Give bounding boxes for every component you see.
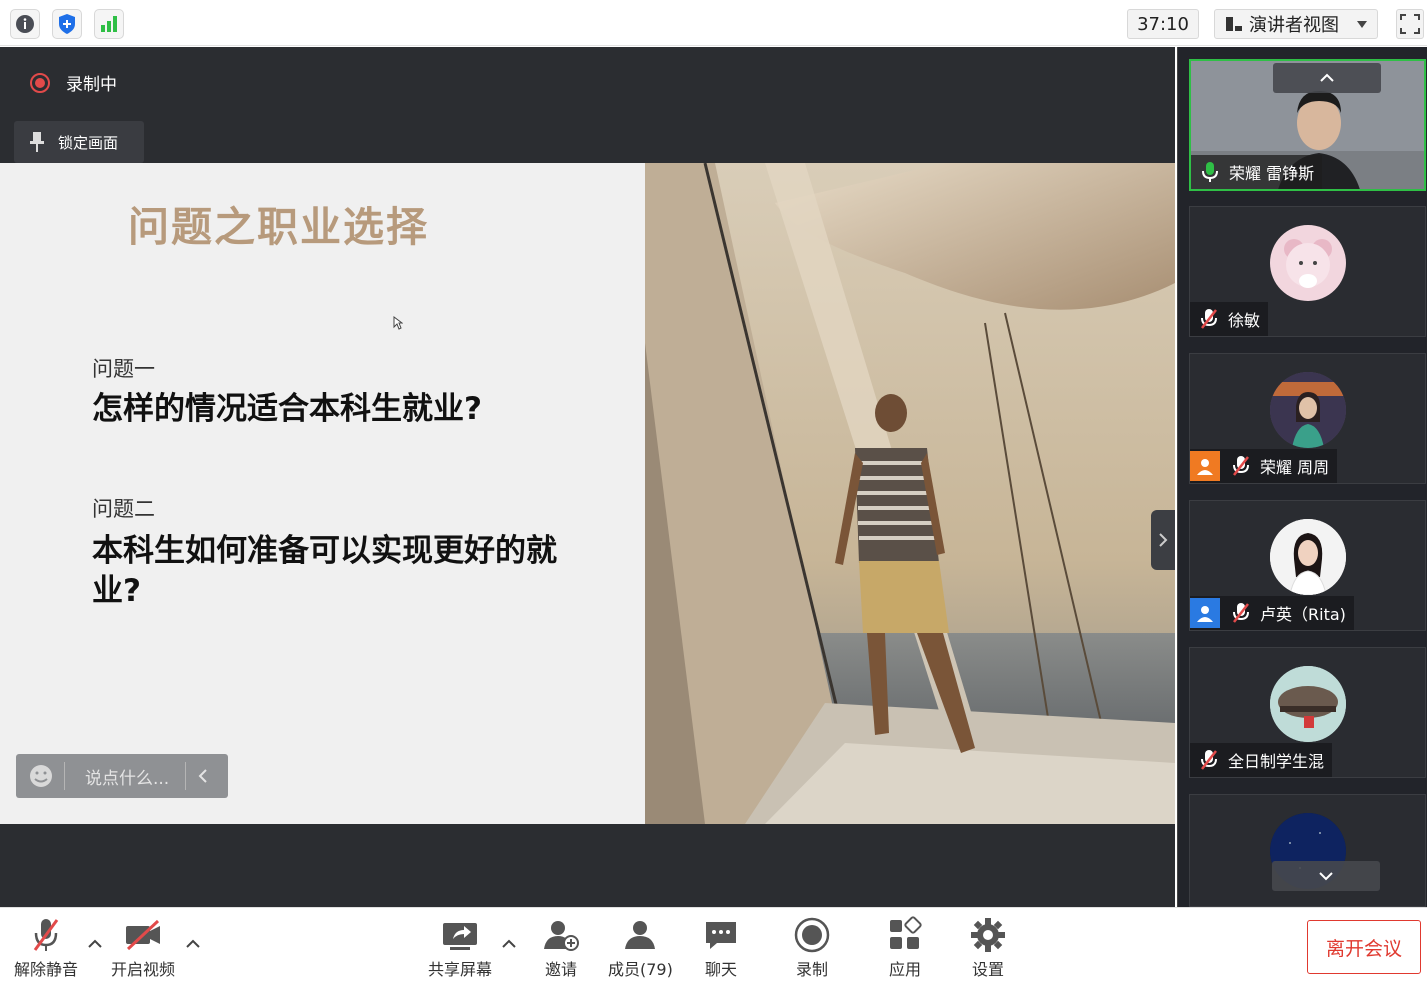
participant-tile[interactable]: 荣耀 周周 bbox=[1189, 353, 1426, 484]
participant-tile[interactable]: 卢英（Rita) bbox=[1189, 500, 1426, 631]
mic-muted-icon bbox=[1226, 451, 1256, 481]
scroll-down-button[interactable] bbox=[1272, 861, 1380, 891]
mic-active-icon bbox=[1195, 157, 1225, 187]
share-screen-button[interactable]: 共享屏幕 bbox=[428, 916, 492, 980]
user-icon bbox=[1190, 598, 1220, 628]
avatar bbox=[1270, 372, 1346, 448]
record-dot-icon bbox=[30, 72, 50, 93]
chevron-up-icon[interactable] bbox=[86, 938, 104, 950]
apps-icon bbox=[890, 916, 922, 949]
participant-name-tag: 全日制学生混 bbox=[1190, 743, 1333, 777]
mic-muted-icon bbox=[1194, 745, 1224, 775]
chevron-up-icon[interactable] bbox=[184, 938, 202, 950]
presentation-slide: 问题之职业选择 问题一 怎样的情况适合本科生就业? 问题二 本科生如何准备可以实… bbox=[0, 163, 1175, 824]
user-icon bbox=[1190, 451, 1220, 481]
mic-muted-icon bbox=[1226, 598, 1256, 628]
participant-name-tag: 荣耀 周周 bbox=[1190, 449, 1338, 483]
avatar bbox=[1270, 666, 1346, 742]
participant-tile[interactable]: 徐敏 bbox=[1189, 206, 1426, 337]
participant-tile[interactable]: 全日制学生混 bbox=[1189, 647, 1426, 778]
record-label: 录制 bbox=[795, 960, 828, 979]
emoji-icon[interactable] bbox=[16, 754, 64, 798]
members-label: 成员(79) bbox=[608, 960, 673, 979]
comment-placeholder: 说点什么... bbox=[85, 768, 170, 789]
leave-meeting-button[interactable]: 离开会议 bbox=[1307, 920, 1421, 974]
settings-button[interactable]: 设置 bbox=[970, 916, 1006, 980]
chat-label: 聊天 bbox=[704, 960, 737, 979]
chevron-left-icon[interactable] bbox=[186, 754, 220, 798]
video-off-icon bbox=[126, 919, 160, 951]
unmute-button[interactable]: 解除静音 bbox=[14, 916, 78, 980]
side-panel-toggle[interactable] bbox=[1151, 510, 1175, 570]
chevron-up-icon[interactable] bbox=[500, 938, 518, 950]
participant-name-tag: 徐敏 bbox=[1190, 302, 1269, 336]
participant-name: 荣耀 雷铮斯 bbox=[1229, 164, 1315, 183]
add-user-icon bbox=[544, 921, 579, 951]
chat-button[interactable]: 聊天 bbox=[703, 916, 739, 980]
top-bar: 37:10 演讲者视图 bbox=[0, 0, 1427, 46]
members-button[interactable]: 成员(79) bbox=[608, 916, 673, 980]
question-one-label: 问题一 bbox=[92, 357, 155, 381]
chat-icon bbox=[706, 922, 736, 949]
shared-screen-stage: 录制中 锁定画面 问题之职业选择 问题一 怎样的情况适合本科生就业? 问题二 本… bbox=[0, 47, 1175, 907]
chevron-right-icon bbox=[1159, 533, 1168, 547]
comment-input[interactable]: 说点什么... bbox=[16, 754, 228, 798]
participant-tile[interactable] bbox=[1189, 794, 1426, 907]
fullscreen-icon[interactable] bbox=[1396, 9, 1424, 39]
settings-label: 设置 bbox=[971, 960, 1004, 979]
meeting-toolbar: 解除静音 开启视频 共享屏幕 邀请 成员(79) 聊天 录制 应用 设置 离开会… bbox=[0, 907, 1427, 984]
layout-icon bbox=[1226, 17, 1242, 31]
meeting-timer: 37:10 bbox=[1127, 9, 1199, 39]
avatar bbox=[1270, 519, 1346, 595]
mic-muted-icon bbox=[1194, 304, 1224, 334]
participant-name: 徐敏 bbox=[1228, 311, 1261, 330]
info-icon[interactable] bbox=[10, 9, 40, 39]
slide-title: 问题之职业选择 bbox=[128, 203, 429, 251]
lock-view-label: 锁定画面 bbox=[58, 133, 119, 152]
apps-label: 应用 bbox=[888, 960, 921, 979]
chevron-up-icon bbox=[1320, 73, 1334, 82]
divider bbox=[64, 762, 65, 790]
share-screen-label: 共享屏幕 bbox=[428, 960, 493, 979]
question-two-text: 本科生如何准备可以实现更好的就业? bbox=[92, 533, 557, 609]
signal-icon[interactable] bbox=[94, 9, 124, 39]
participant-name: 荣耀 周周 bbox=[1260, 458, 1330, 477]
participant-name-tag: 荣耀 雷铮斯 bbox=[1191, 155, 1323, 189]
avatar bbox=[1270, 225, 1346, 301]
share-screen-icon bbox=[443, 923, 477, 950]
gear-icon bbox=[971, 918, 1005, 952]
record-button[interactable]: 录制 bbox=[794, 916, 830, 980]
record-icon bbox=[794, 917, 830, 953]
participant-name: 全日制学生混 bbox=[1228, 752, 1325, 771]
sailing-photo bbox=[645, 163, 1175, 824]
recording-indicator: 录制中 bbox=[30, 70, 117, 95]
view-mode-label: 演讲者视图 bbox=[1249, 15, 1339, 36]
chevron-down-icon bbox=[1319, 872, 1333, 881]
participant-tile[interactable]: 荣耀 雷铮斯 bbox=[1189, 59, 1426, 191]
start-video-label: 开启视频 bbox=[111, 960, 176, 979]
participant-video-panel: 荣耀 雷铮斯 徐敏 荣耀 周周 卢英（Rita) 全日制学生混 bbox=[1177, 47, 1427, 907]
pin-icon bbox=[30, 132, 44, 152]
view-mode-select[interactable]: 演讲者视图 bbox=[1214, 9, 1378, 39]
invite-label: 邀请 bbox=[544, 960, 577, 979]
question-two-label: 问题二 bbox=[92, 497, 155, 521]
invite-button[interactable]: 邀请 bbox=[541, 916, 581, 980]
shield-icon[interactable] bbox=[52, 9, 82, 39]
participant-name-tag: 卢英（Rita) bbox=[1190, 596, 1354, 630]
apps-button[interactable]: 应用 bbox=[887, 916, 923, 980]
question-one-text: 怎样的情况适合本科生就业? bbox=[92, 391, 482, 427]
lock-view-button[interactable]: 锁定画面 bbox=[14, 121, 144, 163]
mic-muted-icon bbox=[33, 919, 59, 951]
participant-name: 卢英（Rita) bbox=[1260, 605, 1346, 624]
members-icon bbox=[625, 921, 656, 949]
mouse-cursor-icon bbox=[393, 316, 403, 330]
scroll-up-button[interactable] bbox=[1273, 63, 1381, 93]
unmute-label: 解除静音 bbox=[14, 960, 79, 979]
chevron-down-icon bbox=[1357, 21, 1367, 28]
start-video-button[interactable]: 开启视频 bbox=[111, 916, 175, 980]
recording-label: 录制中 bbox=[66, 75, 117, 95]
